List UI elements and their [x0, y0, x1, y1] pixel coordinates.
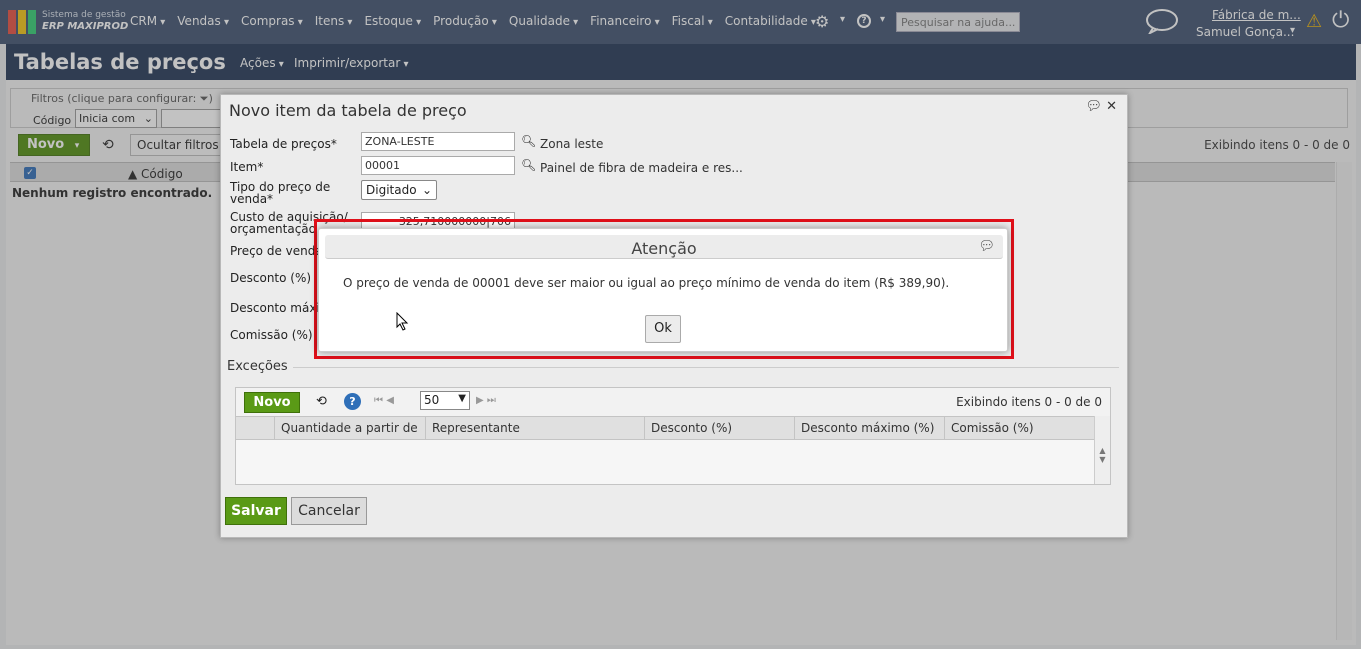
excecoes-grid: Novo ⟲ ? ⏮ ◀ 50 ▼ ▶ ⏭ Exibindo itens 0 - …: [235, 387, 1111, 485]
alert-message: O preço de venda de 00001 deve ser maior…: [343, 276, 950, 290]
excecoes-scrollbar[interactable]: ▲ ▼: [1094, 416, 1110, 484]
caret-down-icon: ▼: [458, 393, 466, 404]
item-label: Item*: [230, 160, 264, 174]
excecoes-body: [236, 440, 1096, 484]
scroll-down-icon[interactable]: ▼: [1095, 455, 1110, 464]
chat-icon[interactable]: 💬︎: [1085, 99, 1102, 114]
tabela-label: Tabela de preços*: [230, 137, 337, 151]
alert-title: Atenção: [631, 239, 697, 258]
search-icon[interactable]: 🔍︎: [521, 134, 536, 148]
search-icon[interactable]: 🔍︎: [521, 158, 536, 172]
column-representante[interactable]: Representante: [425, 417, 645, 439]
refresh-icon[interactable]: ⟲: [316, 394, 327, 409]
tipo-label-line2: venda*: [230, 192, 274, 206]
excecoes-novo-button[interactable]: Novo: [244, 392, 300, 413]
tipo-preco-select[interactable]: Digitado ⌄: [361, 180, 437, 200]
excecoes-count: Exibindo itens 0 - 0 de 0: [956, 395, 1102, 409]
column-desconto-maximo[interactable]: Desconto máximo (%): [794, 417, 946, 439]
close-icon[interactable]: ✕: [1106, 99, 1117, 114]
excecoes-header: Quantidade a partir de Representante Des…: [236, 416, 1096, 440]
tabela-input[interactable]: ZONA-LESTE: [361, 132, 515, 151]
column-quantidade[interactable]: Quantidade a partir de: [274, 417, 426, 439]
salvar-button[interactable]: Salvar: [225, 497, 287, 525]
item-input[interactable]: 00001: [361, 156, 515, 175]
desconto-label: Desconto (%): [230, 271, 312, 285]
last-page-icon[interactable]: ⏭: [487, 395, 496, 406]
column-comissao[interactable]: Comissão (%): [944, 417, 1096, 439]
comissao-label: Comissão (%): [230, 328, 313, 342]
help-icon[interactable]: ?: [344, 393, 361, 410]
prev-page-icon[interactable]: ◀: [386, 395, 394, 406]
excecoes-title: Exceções: [227, 359, 288, 374]
alert-dialog: Atenção 💬︎ O preço de venda de 00001 dev…: [318, 228, 1008, 352]
scroll-up-icon[interactable]: ▲: [1095, 446, 1110, 455]
ok-button[interactable]: Ok: [645, 315, 681, 343]
tabela-description: Zona leste: [540, 137, 604, 151]
item-description: Painel de fibra de madeira e res...: [540, 161, 743, 175]
mouse-cursor-icon: [396, 312, 409, 331]
alert-header: Atenção 💬︎: [325, 235, 1003, 259]
cancelar-button[interactable]: Cancelar: [291, 497, 367, 525]
next-page-icon[interactable]: ▶: [476, 395, 484, 406]
chevron-down-icon: ⌄: [421, 183, 432, 197]
column-desconto[interactable]: Desconto (%): [644, 417, 796, 439]
excecoes-divider: [293, 367, 1119, 368]
page-size-select[interactable]: 50 ▼: [420, 391, 470, 410]
dialog-title: Novo item da tabela de preço: [229, 101, 467, 120]
custo-label-line2: orçamentação: [230, 222, 316, 236]
first-page-icon[interactable]: ⏮: [374, 395, 383, 406]
chat-icon[interactable]: 💬︎: [978, 239, 995, 254]
